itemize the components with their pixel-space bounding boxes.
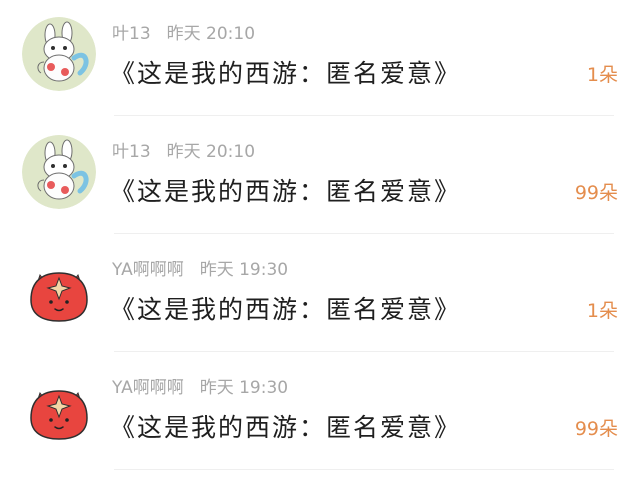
- red-monster-avatar-icon[interactable]: [22, 253, 96, 327]
- message-text: 《这是我的西游：匿名爱意》: [110, 177, 462, 206]
- divider: [114, 233, 614, 234]
- divider: [114, 351, 614, 352]
- timestamp: 昨天 19:30: [199, 260, 289, 280]
- list-item[interactable]: 叶13 昨天 20:10 《这是我的西游：匿名爱意》 1朵: [0, 0, 640, 118]
- timestamp: 昨天 19:30: [199, 378, 289, 398]
- gift-count: 1朵: [586, 64, 618, 86]
- divider: [114, 115, 614, 116]
- username[interactable]: 叶13: [112, 142, 151, 162]
- red-monster-avatar-icon[interactable]: [22, 371, 96, 445]
- gift-count: 99朵: [574, 182, 618, 204]
- list-item[interactable]: 叶13 昨天 20:10 《这是我的西游：匿名爱意》 99朵: [0, 118, 640, 236]
- message-meta: YA啊啊啊 昨天 19:30: [112, 258, 288, 282]
- message-text: 《这是我的西游：匿名爱意》: [110, 413, 462, 442]
- timestamp: 昨天 20:10: [166, 24, 256, 44]
- message-meta: 叶13 昨天 20:10: [112, 140, 255, 164]
- message-meta: 叶13 昨天 20:10: [112, 22, 255, 46]
- timestamp: 昨天 20:10: [166, 142, 256, 162]
- username[interactable]: YA啊啊啊: [112, 260, 184, 280]
- list-item[interactable]: YA啊啊啊 昨天 19:30 《这是我的西游：匿名爱意》 99朵: [0, 354, 640, 472]
- gift-record-list: 叶13 昨天 20:10 《这是我的西游：匿名爱意》 1朵 叶13 昨天 20:10: [0, 0, 640, 481]
- message-meta: YA啊啊啊 昨天 19:30: [112, 376, 288, 400]
- username[interactable]: 叶13: [112, 24, 151, 44]
- gift-count: 99朵: [574, 418, 618, 440]
- gift-count: 1朵: [586, 300, 618, 322]
- message-text: 《这是我的西游：匿名爱意》: [110, 295, 462, 324]
- username[interactable]: YA啊啊啊: [112, 378, 184, 398]
- bunny-avatar-icon[interactable]: [22, 17, 96, 91]
- bunny-avatar-icon[interactable]: [22, 135, 96, 209]
- list-item[interactable]: YA啊啊啊 昨天 19:30 《这是我的西游：匿名爱意》 1朵: [0, 236, 640, 354]
- message-text: 《这是我的西游：匿名爱意》: [110, 59, 462, 88]
- divider: [114, 469, 614, 470]
